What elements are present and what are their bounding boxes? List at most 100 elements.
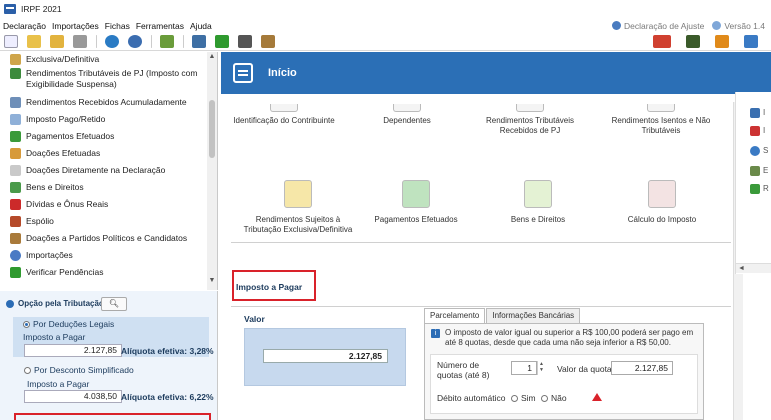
money-icon [516,104,544,112]
right-rail: I I S E R [735,92,771,274]
help-icon[interactable] [261,35,275,48]
quantity-stepper[interactable]: ▲ ▼ [537,361,545,375]
tab-panel-parcelamento: i O imposto de valor igual ou superior a… [424,323,704,420]
menu-ferramentas[interactable]: Ferramentas [133,21,187,31]
pdf-icon[interactable] [750,126,760,136]
app-icon [4,4,16,14]
card-rendimentos-isentos[interactable]: Rendimentos Isentos e Não Tributáveis [606,104,716,136]
menu-declaracao[interactable]: Declaração [0,21,49,31]
calculator-icon[interactable] [238,35,252,48]
num-quotas-input[interactable]: 1 [511,361,537,375]
card-bens-direitos[interactable]: Bens e Direitos [483,180,593,225]
sidebar-item-exclusiva[interactable]: Exclusiva/Definitiva [0,54,208,65]
radio-unselected-icon [24,367,31,374]
sidebar: Exclusiva/Definitiva Rendimentos Tributá… [0,52,218,290]
tax-option-header: Opção pela Tributação: [6,299,106,308]
sidebar-item-doacoes[interactable]: Doações Efetuadas [0,148,208,159]
tab-informacoes-bancarias[interactable]: Informações Bancárias [486,308,581,323]
page-header: Início [221,52,771,94]
print-icon[interactable] [192,35,206,48]
checkmark-icon[interactable] [215,35,229,48]
chat-icon[interactable] [686,35,700,48]
highlight-box-sidebar [14,413,211,420]
menu-importacoes[interactable]: Importações [49,21,102,31]
folder-icon[interactable] [50,35,64,48]
home-icon[interactable] [715,35,729,48]
sidebar-item-bens-direitos[interactable]: Bens e Direitos [0,182,208,193]
globe-icon [10,250,21,261]
card-identificacao[interactable]: Identificação do Contribuinte [229,104,339,126]
version-indicator[interactable]: Versão 1.4 [712,20,765,31]
sidebar-item-dividas[interactable]: Dívidas e Ônus Reais [0,199,208,210]
menu-bar: Declaração Importações Fichas Ferramenta… [0,18,771,33]
declaration-icon [612,20,622,30]
tax-option-icon [6,299,14,308]
page-title: Início [268,67,297,79]
info-icon [712,20,722,30]
card-rendimentos-tributaveis[interactable]: Rendimentos Tributáveis Recebidos de PJ [475,104,585,136]
warning-icon [592,393,602,401]
sidebar-item-rendimentos-acumulados[interactable]: Rendimentos Recebidos Acumuladamente [0,97,208,108]
menu-ajuda[interactable]: Ajuda [187,21,215,31]
print-icon[interactable] [750,108,760,118]
aliquota-simplificado: Alíquota efetiva: 6,22% [121,392,214,402]
scrollbar-thumb[interactable] [209,100,215,158]
menu-fichas[interactable]: Fichas [102,21,133,31]
sidebar-item-verificar-pendencias[interactable]: Verificar Pendências [0,267,208,278]
scroll-down-icon[interactable]: ▼ [207,276,217,286]
tax-option-panel: Opção pela Tributação: 🔍︎ Por Deduções L… [0,291,218,420]
valor-field: 2.127,85 [263,349,388,363]
open-folder-icon[interactable] [27,35,41,48]
trash-icon[interactable] [73,35,87,48]
tool-icon[interactable] [750,166,760,176]
sidebar-item-espolio[interactable]: Espólio [0,216,208,227]
toolbar-separator [96,35,97,48]
rail-label: S [763,146,769,155]
radio-nao[interactable]: Não [541,393,567,403]
radio-sim[interactable]: Sim [511,393,536,403]
section-title-imposto: Imposto a Pagar [236,282,303,292]
radio-deducoes-legais[interactable]: Por Deduções Legais [23,319,114,329]
rail-label: R [763,184,769,193]
radio-desconto-simplificado[interactable]: Por Desconto Simplificado [24,365,134,375]
irpf-logo-icon [653,35,671,48]
card-calculo-imposto[interactable]: Cálculo do Imposto [607,180,717,225]
sidebar-item-doacoes-partidos[interactable]: Doações a Partidos Políticos e Candidato… [0,233,208,244]
identity-icon [270,104,298,112]
sidebar-scrollbar[interactable]: ▲ ▼ [207,52,217,290]
imposto-label-legal: Imposto a Pagar [23,332,86,342]
sidebar-item-doacoes-declaracao[interactable]: Doações Diretamente na Declaração [0,165,208,176]
percent-icon [648,180,676,208]
sidebar-item-pagamentos[interactable]: Pagamentos Efetuados [0,131,208,142]
card-dependentes[interactable]: Dependentes [352,104,462,126]
transmit-icon[interactable] [105,35,119,48]
window-title: IRPF 2021 [21,4,62,14]
sidebar-item-importacoes[interactable]: Importações [0,250,208,261]
sidebar-item-imposto-pago[interactable]: Imposto Pago/Retido [0,114,208,125]
declaracao-ajuste-indicator[interactable]: Declaração de Ajuste [612,20,704,31]
doc-icon [10,165,21,176]
sidebar-item-rendimentos-pj-suspensa[interactable]: Rendimentos Tributáveis de PJ (Imposto c… [0,68,208,90]
web-icon[interactable] [750,146,760,156]
dollar-doc-icon [10,182,21,193]
scroll-up-icon[interactable]: ▲ [207,52,217,62]
settings-icon[interactable] [744,35,758,48]
search-button[interactable]: 🔍︎ [101,297,127,311]
new-file-icon[interactable] [4,35,18,48]
title-bar: IRPF 2021 [0,0,771,18]
warning-doc-icon [284,180,312,208]
tab-parcelamento[interactable]: Parcelamento [424,308,486,323]
check-icon [10,267,21,278]
debito-automatico-label: Débito automático [437,393,506,403]
imposto-label-simplificado: Imposto a Pagar [27,379,90,389]
imposto-legal-value: 2.127,85 [24,344,122,357]
gift-icon [10,148,21,159]
money-icon [10,68,21,79]
globe-icon[interactable] [160,35,174,48]
info-icon: i [431,329,440,338]
refresh-icon[interactable] [750,184,760,194]
card-tributacao-exclusiva[interactable]: Rendimentos Sujeitos à Tributação Exclus… [243,180,353,235]
card-pagamentos-efetuados[interactable]: Pagamentos Efetuados [361,180,471,225]
receive-icon[interactable] [128,35,142,48]
right-rail-scrollbar[interactable]: ◄ [736,263,771,273]
